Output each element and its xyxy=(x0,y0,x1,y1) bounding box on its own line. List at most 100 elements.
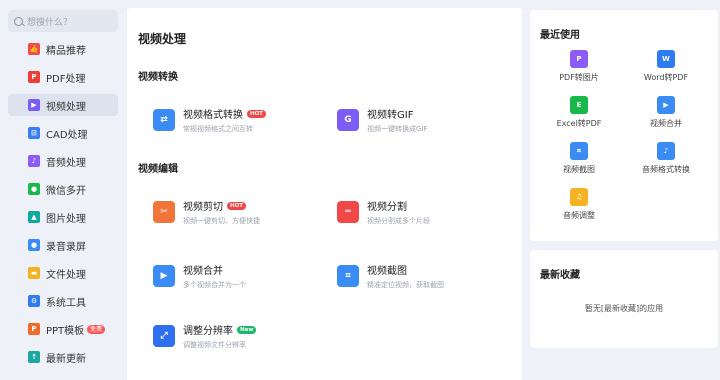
music-note-icon: ♪ xyxy=(28,155,40,167)
tool-desc: 视频分割成多个片段 xyxy=(367,217,430,225)
sidebar-item-image[interactable]: ▲ 图片处理 xyxy=(8,206,118,228)
video-play-icon: ▶ xyxy=(28,99,40,111)
upload-icon: ↑ xyxy=(28,351,40,363)
tool-name: 调整分辨率 xyxy=(183,326,233,337)
sidebar-item-label: 视频处理 xyxy=(46,101,86,113)
sidebar-item-label: 录音录屏 xyxy=(46,241,86,253)
tool-desc: 视频一键转换成GIF xyxy=(367,125,428,133)
recent-label: Word转PDF xyxy=(643,73,689,82)
sidebar-item-recording[interactable]: ● 录音录屏 xyxy=(8,234,118,256)
sidebar-item-label: 系统工具 xyxy=(46,297,86,309)
section-title-edit: 视频编辑 xyxy=(138,164,178,175)
tool-desc: 视频一键剪切、方便快捷 xyxy=(183,217,260,225)
favorites-panel: 最新收藏 暂无[最新收藏]的应用 xyxy=(530,250,718,348)
merge-play-icon: ▶ xyxy=(657,96,675,114)
split-icon: ═ xyxy=(337,201,359,223)
sidebar-item-ppt[interactable]: P PPT模板 免费 xyxy=(8,318,118,340)
hot-badge: HOT xyxy=(247,109,267,118)
sidebar-item-updates[interactable]: ↑ 最新更新 xyxy=(8,346,118,368)
tool-video-cut[interactable]: ✂ 视频剪切 HOT 视频一键剪切、方便快捷 xyxy=(153,198,323,234)
sidebar-item-label: 精品推荐 xyxy=(46,45,86,57)
recent-panel: 最近使用 P PDF转图片 W Word转PDF E Excel转PDF ▶ 视… xyxy=(530,10,718,241)
tool-video-to-gif[interactable]: G 视频转GIF 视频一键转换成GIF xyxy=(337,106,507,142)
tool-name: 视频剪切 xyxy=(183,202,223,213)
recent-item-audio-adjust[interactable]: ♫ 音频调整 xyxy=(544,188,614,221)
sidebar-item-files[interactable]: ▬ 文件处理 xyxy=(8,262,118,284)
sidebar-item-wechat[interactable]: ● 微信多开 xyxy=(8,178,118,200)
convert-arrows-icon: ⇄ xyxy=(153,109,175,131)
recent-title: 最近使用 xyxy=(540,30,580,41)
tool-name: 视频转GIF xyxy=(367,110,414,121)
gear-icon: ⚙ xyxy=(28,295,40,307)
tool-video-screenshot[interactable]: ⌗ 视频截图 精准定位视频，获取截图 xyxy=(337,262,507,298)
sidebar-item-video[interactable]: ▶ 视频处理 xyxy=(8,94,118,116)
cad-icon: ⊡ xyxy=(28,127,40,139)
recent-item-word-to-pdf[interactable]: W Word转PDF xyxy=(631,50,701,83)
music-note-icon: ♪ xyxy=(657,142,675,160)
free-badge: 免费 xyxy=(87,324,106,334)
sidebar-item-label: 微信多开 xyxy=(46,185,86,197)
crop-icon: ⌗ xyxy=(337,265,359,287)
recent-item-video-screenshot[interactable]: ⌗ 视频截图 xyxy=(544,142,614,175)
favorites-title: 最新收藏 xyxy=(540,270,580,281)
word-to-pdf-icon: W xyxy=(657,50,675,68)
volume-icon: ♫ xyxy=(570,188,588,206)
sidebar-item-pdf[interactable]: P PDF处理 xyxy=(8,66,118,88)
image-icon: ▲ xyxy=(28,211,40,223)
sidebar-item-label: 音频处理 xyxy=(46,157,86,169)
excel-to-pdf-icon: E xyxy=(570,96,588,114)
recent-item-excel-to-pdf[interactable]: E Excel转PDF xyxy=(544,96,614,129)
sidebar-item-label: PPT模板 xyxy=(46,325,85,337)
merge-play-icon: ▶ xyxy=(153,265,175,287)
recent-item-pdf-to-image[interactable]: P PDF转图片 xyxy=(544,50,614,83)
resolution-icon: ⤢ xyxy=(153,325,175,347)
pdf-icon: P xyxy=(28,71,40,83)
gif-icon: G xyxy=(337,109,359,131)
thumbs-up-icon: 👍 xyxy=(28,43,40,55)
sidebar-item-label: CAD处理 xyxy=(46,129,88,141)
section-title-convert: 视频转换 xyxy=(138,72,178,83)
sidebar-item-label: PDF处理 xyxy=(46,73,86,85)
ppt-icon: P xyxy=(28,323,40,335)
search-icon xyxy=(14,16,23,26)
tool-video-split[interactable]: ═ 视频分割 视频分割成多个片段 xyxy=(337,198,507,234)
sidebar-item-audio[interactable]: ♪ 音频处理 xyxy=(8,150,118,172)
sidebar-item-label: 图片处理 xyxy=(46,213,86,225)
tool-adjust-resolution[interactable]: ⤢ 调整分辨率 New 调整视频文件分辨率 xyxy=(153,322,323,358)
tool-desc: 精准定位视频，获取截图 xyxy=(367,281,444,289)
sidebar-item-label: 文件处理 xyxy=(46,269,86,281)
tool-name: 视频分割 xyxy=(367,202,407,213)
recent-label: 视频截图 xyxy=(563,165,595,174)
microphone-icon: ● xyxy=(28,239,40,251)
search-placeholder: 想搜什么？ xyxy=(27,17,73,28)
recent-item-video-merge[interactable]: ▶ 视频合并 xyxy=(631,96,701,129)
tool-name: 视频格式转换 xyxy=(183,110,243,121)
tool-desc: 多个视频合并为一个 xyxy=(183,281,246,289)
scissors-icon: ✂ xyxy=(153,201,175,223)
pdf-to-image-icon: P xyxy=(570,50,588,68)
recent-label: PDF转图片 xyxy=(559,73,599,82)
tool-desc: 调整视频文件分辨率 xyxy=(183,341,246,349)
sidebar: 想搜什么？ 👍 精品推荐 P PDF处理 ▶ 视频处理 ⊡ CAD处理 ♪ 音频… xyxy=(0,0,125,380)
page-title: 视频处理 xyxy=(138,32,187,46)
new-badge: New xyxy=(237,325,257,334)
sidebar-item-label: 最新更新 xyxy=(46,353,86,365)
sidebar-item-cad[interactable]: ⊡ CAD处理 xyxy=(8,122,118,144)
recent-label: Excel转PDF xyxy=(556,119,602,128)
tool-video-format-convert[interactable]: ⇄ 视频格式转换 HOT 常规视频格式之间互转 xyxy=(153,106,323,142)
tool-video-merge[interactable]: ▶ 视频合并 多个视频合并为一个 xyxy=(153,262,323,298)
tool-desc: 常规视频格式之间互转 xyxy=(183,125,253,133)
recent-label: 视频合并 xyxy=(650,119,682,128)
recent-item-audio-format-convert[interactable]: ♪ 音频格式转换 xyxy=(631,142,701,175)
hot-badge: HOT xyxy=(227,201,247,210)
tool-name: 视频合并 xyxy=(183,266,223,277)
wechat-icon: ● xyxy=(28,183,40,195)
sidebar-item-recommended[interactable]: 👍 精品推荐 xyxy=(8,38,118,60)
search-input[interactable]: 想搜什么？ xyxy=(8,10,118,32)
crop-icon: ⌗ xyxy=(570,142,588,160)
recent-label: 音频调整 xyxy=(563,211,595,220)
folder-icon: ▬ xyxy=(28,267,40,279)
sidebar-item-system[interactable]: ⚙ 系统工具 xyxy=(8,290,118,312)
recent-label: 音频格式转换 xyxy=(642,165,690,174)
favorites-empty-text: 暂无[最新收藏]的应用 xyxy=(584,304,664,313)
